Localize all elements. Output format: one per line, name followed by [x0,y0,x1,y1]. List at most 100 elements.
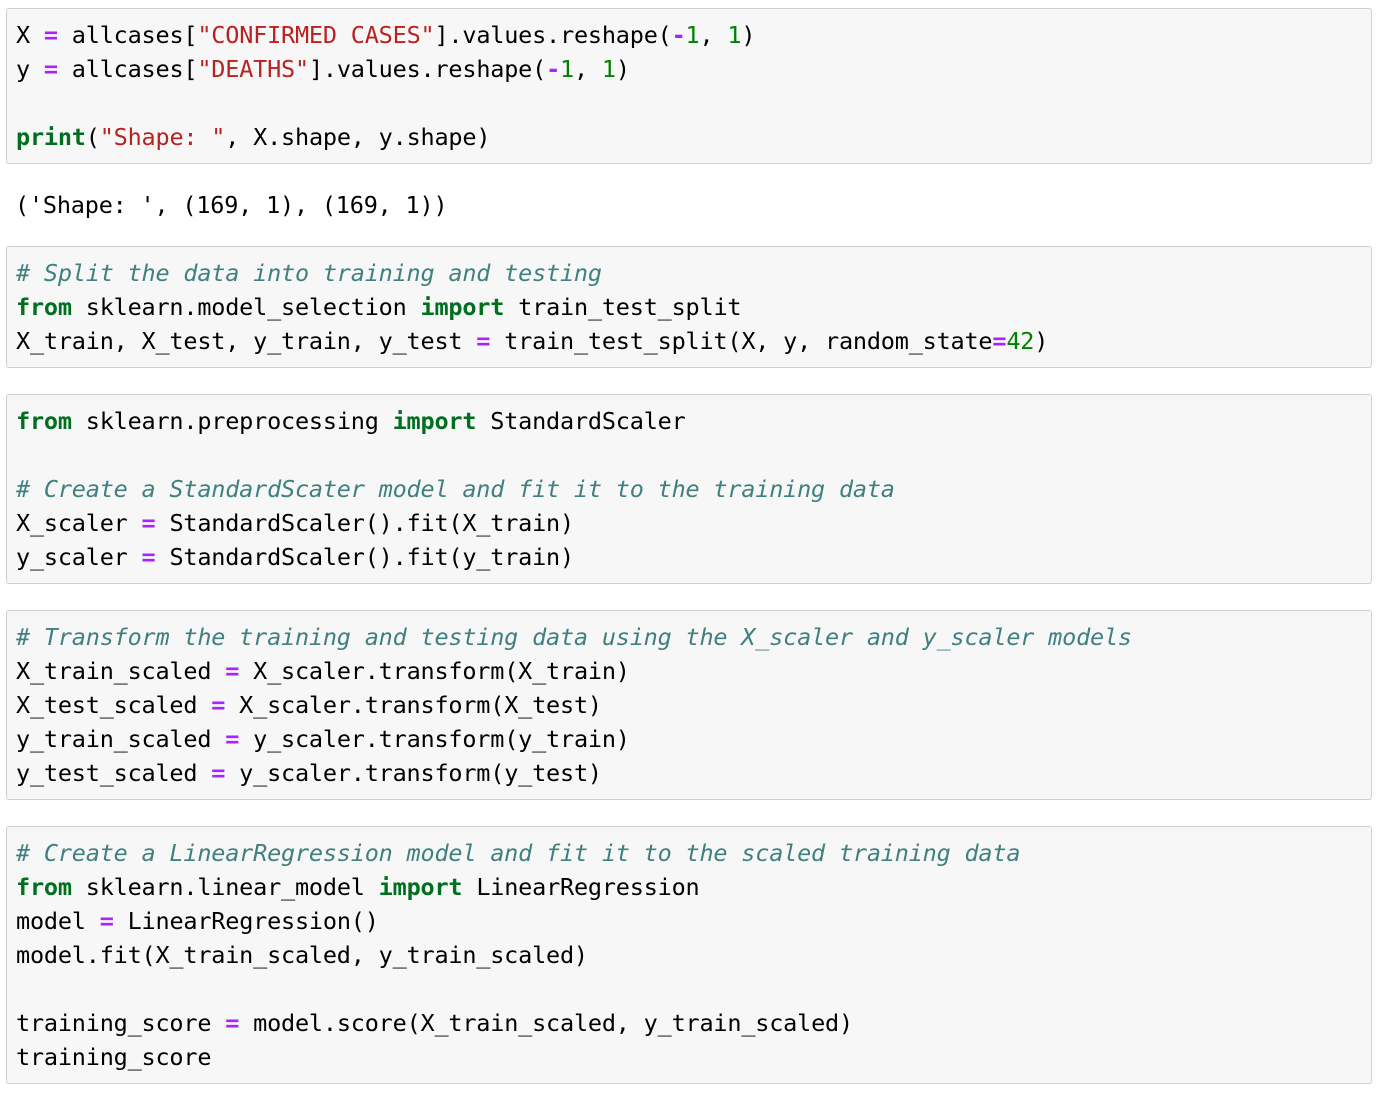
token-n: y_train_scaled [16,725,226,753]
token-c: # Create a StandardScater model and fit … [16,475,895,503]
token-mi: 1 [685,21,700,49]
token-c: # Transform the training and testing dat… [16,623,1132,651]
token-n: y [16,55,44,83]
token-o: = [992,327,1007,355]
code-text[interactable]: # Create a LinearRegression model and fi… [16,836,1363,1074]
token-o: = [225,725,240,753]
code-text[interactable]: # Transform the training and testing dat… [16,620,1363,790]
cell-spacer [0,164,1380,178]
token-o: = [211,691,226,719]
code-line: X_test_scaled = X_scaler.transform(X_tes… [16,691,602,719]
token-n: ].values.reshape( [434,21,672,49]
code-line: training_score [16,1043,211,1071]
token-n: ( [85,123,100,151]
code-text[interactable]: # Split the data into training and testi… [16,256,1363,358]
token-o: = [211,759,226,787]
code-cell-input-area[interactable]: # Split the data into training and testi… [6,246,1372,368]
token-n: sklearn.model_selection [71,293,421,321]
token-n: train_test_split(X, y, random_state [490,327,993,355]
code-line: model.fit(X_train_scaled, y_train_scaled… [16,941,588,969]
token-c: # Split the data into training and testi… [16,259,602,287]
code-line: training_score = model.score(X_train_sca… [16,1009,853,1037]
token-k: from [16,407,72,435]
code-cell-input-area[interactable]: # Create a LinearRegression model and fi… [6,826,1372,1084]
code-line: model = LinearRegression() [16,907,379,935]
token-n: train_test_split [504,293,742,321]
code-line: y_train_scaled = y_scaler.transform(y_tr… [16,725,630,753]
output-cell: ('Shape: ', (169, 1), (169, 1)) [6,178,1374,232]
token-n: , [699,21,728,49]
token-o: - [671,21,686,49]
token-n: ) [615,55,630,83]
token-n: y_scaler.transform(y_train) [239,725,630,753]
code-line: # Create a LinearRegression model and fi… [16,839,1020,867]
token-o: = [225,1009,240,1037]
cell-spacer [0,800,1380,826]
token-n: allcases[ [57,21,198,49]
token-n: X_train, X_test, y_train, y_test [16,327,477,355]
code-cell[interactable]: X = allcases["CONFIRMED CASES"].values.r… [6,8,1374,164]
token-n: , [573,55,602,83]
code-text[interactable]: X = allcases["CONFIRMED CASES"].values.r… [16,18,1363,154]
token-s: "DEATHS" [197,55,309,83]
token-k: import [378,873,463,901]
token-n: y_scaler.transform(y_test) [225,759,602,787]
code-line: from sklearn.linear_model import LinearR… [16,873,700,901]
token-k: from [16,873,72,901]
code-line: # Transform the training and testing dat… [16,623,1132,651]
token-o: - [546,55,561,83]
top-spacer [0,0,1380,8]
token-mi: 1 [727,21,742,49]
token-n: y_scaler [16,543,142,571]
code-cell[interactable]: # Create a LinearRegression model and fi… [6,826,1374,1084]
token-c: # Create a LinearRegression model and fi… [16,839,1021,867]
cell-spacer [0,368,1380,394]
code-cell[interactable]: # Split the data into training and testi… [6,246,1374,368]
code-line: from sklearn.model_selection import trai… [16,293,742,321]
token-n: sklearn.preprocessing [71,407,393,435]
code-cell-input-area[interactable]: from sklearn.preprocessing import Standa… [6,394,1372,584]
code-cell-input-area[interactable]: X = allcases["CONFIRMED CASES"].values.r… [6,8,1372,164]
code-line: y_scaler = StandardScaler().fit(y_train) [16,543,574,571]
token-o: = [141,543,156,571]
token-n: model.score(X_train_scaled, y_train_scal… [239,1009,853,1037]
code-line: from sklearn.preprocessing import Standa… [16,407,686,435]
token-nb: print [16,123,86,151]
token-n: X [16,21,44,49]
token-n: ) [1034,327,1049,355]
token-mi: 1 [601,55,616,83]
code-cell-input-area[interactable]: # Transform the training and testing dat… [6,610,1372,800]
token-n: X_scaler [16,509,142,537]
token-o: = [43,55,58,83]
code-text[interactable]: from sklearn.preprocessing import Standa… [16,404,1363,574]
notebook-container: X = allcases["CONFIRMED CASES"].values.r… [0,0,1380,1084]
token-n: StandardScaler().fit(y_train) [155,543,574,571]
code-line: X_train_scaled = X_scaler.transform(X_tr… [16,657,630,685]
output-area: ('Shape: ', (169, 1), (169, 1)) [6,178,1372,232]
token-o: = [99,907,114,935]
token-k: import [420,293,505,321]
token-k: import [392,407,477,435]
token-mi: 1 [560,55,574,83]
token-n: X_train_scaled [16,657,226,685]
token-n: sklearn.linear_model [71,873,379,901]
notebook-cells: X = allcases["CONFIRMED CASES"].values.r… [0,8,1380,1084]
token-o: = [141,509,156,537]
code-line: X_train, X_test, y_train, y_test = train… [16,327,1048,355]
token-o: = [225,657,240,685]
token-n: model [16,907,100,935]
token-n: ) [741,21,756,49]
code-cell[interactable]: from sklearn.preprocessing import Standa… [6,394,1374,584]
token-n: allcases[ [57,55,198,83]
code-line: # Create a StandardScater model and fit … [16,475,895,503]
token-o: = [43,21,58,49]
code-line: X = allcases["CONFIRMED CASES"].values.r… [16,21,756,49]
code-line: X_scaler = StandardScaler().fit(X_train) [16,509,574,537]
cell-spacer [0,584,1380,610]
token-n: LinearRegression [462,873,700,901]
code-line: # Split the data into training and testi… [16,259,602,287]
code-cell[interactable]: # Transform the training and testing dat… [6,610,1374,800]
token-n: training_score [16,1043,212,1071]
